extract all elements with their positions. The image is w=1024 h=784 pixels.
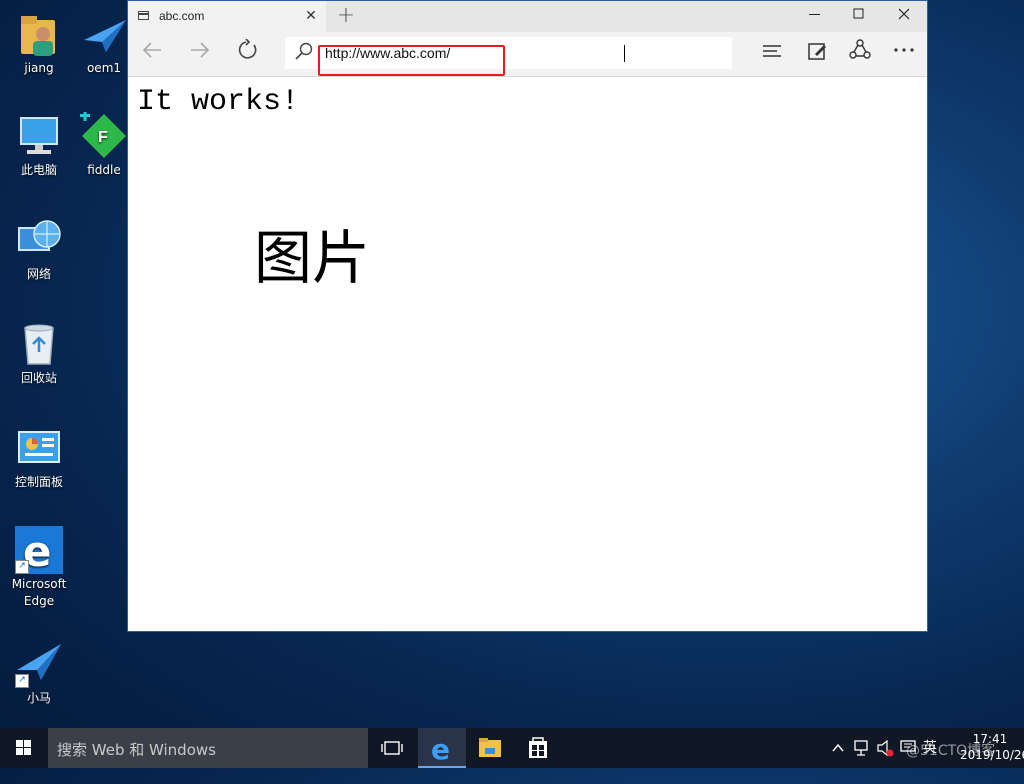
taskbar-edge[interactable]: e (418, 728, 466, 768)
shortcut-arrow-icon: ↗ (15, 560, 29, 574)
taskbar-search-box[interactable]: 搜索 Web 和 Windows (48, 728, 368, 768)
paper-plane-icon (80, 10, 128, 58)
control-panel-icon (15, 424, 63, 472)
show-hidden-icons-button[interactable] (828, 728, 848, 768)
back-button[interactable] (134, 38, 170, 70)
desktop-icon-label: oem1 (86, 61, 122, 75)
desktop-icon-fiddler[interactable]: F fiddle (74, 111, 134, 179)
desktop-icon-recycle-bin[interactable]: 回收站 (1, 320, 77, 387)
task-view-icon (381, 741, 403, 755)
taskbar-file-explorer[interactable] (466, 728, 514, 768)
store-icon (529, 737, 547, 758)
taskbar-store[interactable] (514, 728, 562, 768)
forward-arrow-icon (191, 42, 210, 58)
desktop-icon-label: 网络 (26, 267, 51, 281)
web-note-button[interactable] (799, 38, 835, 70)
user-folder-icon (15, 10, 63, 58)
desktop-icon-microsoft-edge[interactable]: e ↗ Microsoft Edge (1, 526, 77, 610)
search-placeholder: 搜索 Web 和 Windows (57, 741, 216, 759)
browser-window: abc.com ✕ + http://www.abc.com/ It works… (127, 0, 928, 632)
minimize-button[interactable] (792, 1, 838, 32)
maximize-icon (853, 8, 864, 19)
recycle-bin-icon (15, 320, 63, 368)
desktop-icon-label: 此电脑 (20, 163, 57, 177)
desktop-icon-label: jiang (24, 61, 54, 75)
desktop-icon-label: 回收站 (20, 371, 57, 385)
desktop-icon-this-pc[interactable]: 此电脑 (1, 112, 77, 179)
desktop-icon-xiaoma[interactable]: ↗ 小马 (1, 640, 77, 707)
title-bar[interactable]: abc.com ✕ + (128, 1, 927, 32)
watermark: @51CTO博客 (906, 743, 996, 759)
refresh-icon (238, 38, 257, 59)
desktop-icon-oem1[interactable]: oem1 (74, 10, 134, 77)
edge-icon: e (431, 733, 450, 766)
image-placeholder-text: 图片 (254, 224, 371, 292)
desktop-icon-control-panel[interactable]: 控制面板 (1, 424, 77, 491)
text-caret (624, 45, 625, 62)
hub-icon (763, 45, 781, 57)
tab-close-button[interactable]: ✕ (302, 6, 320, 26)
desktop-icon-label: fiddle (87, 163, 121, 177)
paper-plane-icon: ↗ (15, 640, 63, 688)
refresh-button[interactable] (230, 38, 266, 70)
page-content: It works! 图片 (128, 77, 927, 631)
edge-icon: e ↗ (15, 526, 63, 576)
address-highlight-box (318, 45, 505, 76)
desktop-icon-label: 控制面板 (14, 475, 63, 489)
desktop-icon-label: Microsoft Edge (11, 577, 67, 608)
windows-logo-icon (16, 740, 31, 755)
desktop-icon-network[interactable]: 网络 (1, 216, 77, 283)
svg-text:F: F (98, 129, 108, 146)
task-view-button[interactable] (368, 728, 416, 768)
network-globe-icon (15, 216, 63, 264)
network-tray-button[interactable] (850, 728, 872, 768)
page-icon (138, 11, 149, 20)
page-heading: It works! (137, 85, 300, 119)
more-button[interactable] (886, 38, 922, 70)
desktop-icon-jiang[interactable]: jiang (1, 10, 77, 77)
minimize-icon (809, 14, 820, 15)
taskbar: 搜索 Web 和 Windows e 英 17:41 2019/10/26 @5… (0, 728, 1024, 768)
close-icon (898, 8, 910, 20)
fiddler-icon: F (80, 111, 128, 160)
folder-icon (479, 738, 501, 757)
volume-muted-icon (877, 739, 894, 757)
start-button[interactable] (0, 728, 48, 768)
share-button[interactable] (842, 38, 878, 70)
desktop-icon-label: 小马 (26, 691, 51, 705)
forward-button[interactable] (182, 38, 218, 70)
volume-tray-button[interactable] (874, 728, 896, 768)
new-tab-button[interactable]: + (334, 4, 358, 28)
navigation-toolbar: http://www.abc.com/ (128, 32, 927, 77)
search-icon (295, 42, 313, 64)
web-note-icon (808, 43, 826, 60)
back-arrow-icon (142, 42, 161, 58)
svg-text:e: e (431, 733, 450, 766)
tab-abc-com[interactable]: abc.com ✕ (128, 1, 326, 32)
hub-button[interactable] (754, 38, 790, 70)
computer-icon (15, 112, 63, 160)
maximize-button[interactable] (836, 1, 882, 32)
network-icon (854, 740, 868, 756)
share-icon (849, 39, 871, 59)
chevron-up-icon (832, 743, 844, 752)
tab-title: abc.com (159, 9, 205, 23)
shortcut-arrow-icon: ↗ (15, 674, 29, 688)
more-icon (894, 48, 914, 52)
close-button[interactable] (881, 1, 927, 32)
